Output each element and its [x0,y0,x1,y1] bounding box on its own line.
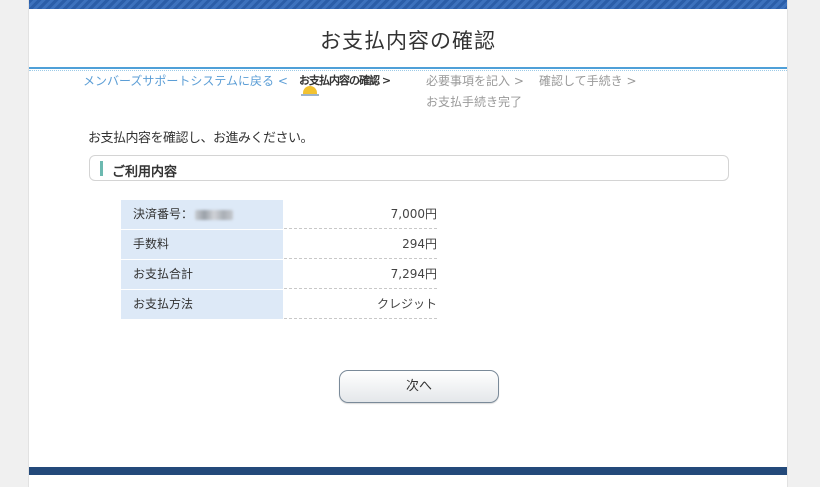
header-band [29,0,787,9]
current-step-marker-icon [303,86,317,94]
row-label: 手数料 [121,230,283,259]
next-button[interactable]: 次へ [339,370,499,403]
step-confirm: 確認して手続き > [539,74,637,88]
section-title: ご利用内容 [112,165,178,180]
redacted-number [195,209,234,220]
title-area: お支払内容の確認 [29,9,787,67]
page-title: お支払内容の確認 [320,29,496,53]
title-divider [29,67,787,69]
section-accent-bar [100,161,103,176]
row-label: 決済番号： [121,200,283,229]
intro-text: お支払内容を確認し、お進みください。 [88,131,314,146]
row-value: クレジット [284,290,437,319]
step-current-label: お支払内容の確認 > [299,74,391,87]
table-row: お支払方法 クレジット [121,290,437,319]
table-row: お支払合計 7,294円 [121,260,437,289]
row-value: 7,000円 [284,200,437,229]
current-step-underline [301,94,319,96]
step-current: お支払内容の確認 > [299,72,391,96]
step-complete: お支払手続き完了 [426,95,523,109]
back-to-members-link[interactable]: メンバーズサポートシステムに戻る < [83,72,288,89]
page-container: お支払内容の確認 メンバーズサポートシステムに戻る < お支払内容の確認 > 必… [28,0,788,487]
title-divider-dotted [29,70,787,71]
row-value: 294円 [284,230,437,259]
footer-band [29,467,787,475]
row-label: お支払方法 [121,290,283,319]
row-value: 7,294円 [284,260,437,289]
table-row: 手数料 294円 [121,230,437,259]
table-row: 決済番号： 7,000円 [121,200,437,229]
step-enter-details: 必要事項を記入 > [426,74,524,88]
section-header: ご利用内容 [89,155,729,181]
row-label: お支払合計 [121,260,283,289]
